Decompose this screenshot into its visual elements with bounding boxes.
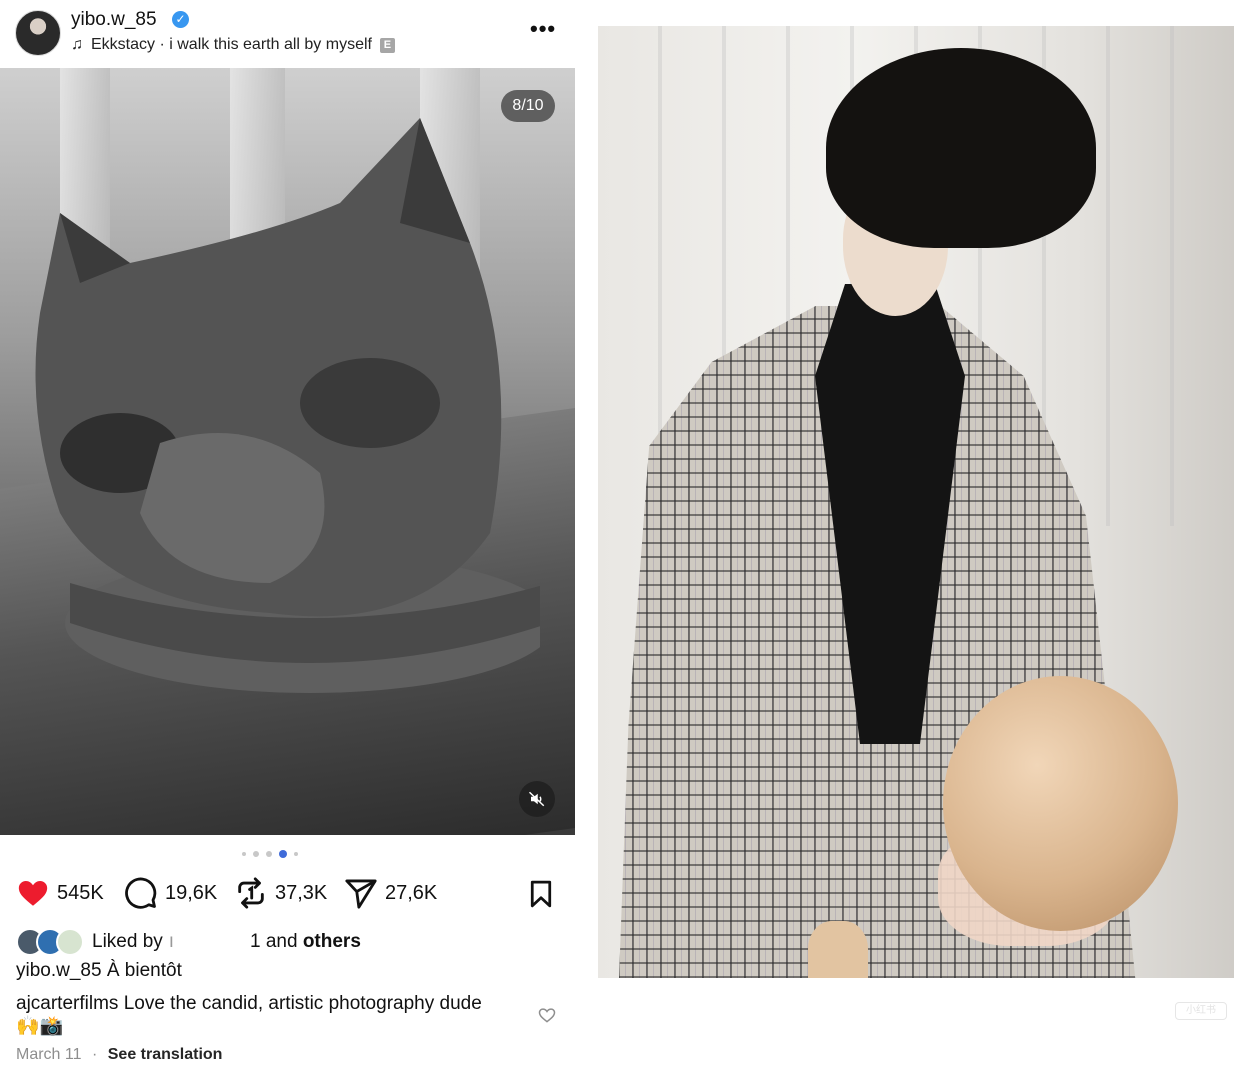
explicit-badge: E xyxy=(379,37,395,53)
post-caption: yibo.w_85 À bientôt xyxy=(16,960,182,982)
liked-by-others[interactable]: 1 and others xyxy=(250,931,361,953)
liked-by-label: Liked by xyxy=(92,931,163,952)
repost-icon xyxy=(238,877,264,909)
carousel-dot xyxy=(294,852,298,856)
carousel-counter: 8/10 xyxy=(501,90,555,122)
shares-count[interactable]: 27,6K xyxy=(385,882,437,905)
comment: ajcarterfilms Love the candid, artistic … xyxy=(16,992,496,1038)
post-username[interactable]: yibo.w_85 xyxy=(71,9,157,31)
comments-count[interactable]: 19,6K xyxy=(165,882,217,905)
caption-text: À bientôt xyxy=(106,960,182,981)
mute-button[interactable] xyxy=(519,781,555,817)
repost-button[interactable]: 37,3K xyxy=(234,876,327,910)
music-row[interactable]: ♫ Ekkstacy · i walk this earth all by my… xyxy=(71,36,395,54)
action-bar: 545K 19,6K 37,3K 27,6K xyxy=(16,876,561,912)
portrait-photo xyxy=(598,26,1234,978)
carousel-dots xyxy=(242,850,298,858)
post-date: March 11 xyxy=(16,1046,82,1063)
comment-heart-icon[interactable] xyxy=(537,1005,557,1025)
comment-button[interactable]: 19,6K xyxy=(124,876,217,910)
post-meta: March 11 · See translation xyxy=(16,1046,222,1064)
save-button[interactable] xyxy=(526,878,556,915)
verified-badge-icon: ✓ xyxy=(172,11,189,28)
hair xyxy=(826,48,1096,248)
cat-sculpture xyxy=(35,118,540,693)
caption-username[interactable]: yibo.w_85 xyxy=(16,960,102,981)
liked-by-user[interactable]: ı xyxy=(169,931,174,953)
share-button[interactable]: 27,6K xyxy=(344,876,437,910)
more-options-button[interactable]: ••• xyxy=(530,16,556,42)
share-icon xyxy=(345,879,377,909)
heart-icon xyxy=(18,880,48,906)
liker-avatar xyxy=(56,928,84,956)
liked-by-number: 1 and xyxy=(250,931,298,952)
mute-icon xyxy=(528,791,545,807)
reposts-count[interactable]: 37,3K xyxy=(275,882,327,905)
wooden-peg xyxy=(808,921,868,978)
music-note-icon: ♫ xyxy=(71,36,83,53)
like-button[interactable]: 545K xyxy=(16,876,104,910)
carousel-dot-active xyxy=(279,850,287,858)
carousel-dot xyxy=(242,852,246,856)
liked-by-row[interactable]: Liked by ı xyxy=(16,928,174,956)
bookmark-icon xyxy=(530,880,552,908)
post-image[interactable]: 8/10 xyxy=(0,68,575,835)
meta-separator: · xyxy=(91,1046,98,1063)
music-title[interactable]: Ekkstacy · i walk this earth all by myse… xyxy=(91,36,372,54)
see-translation-link[interactable]: See translation xyxy=(108,1046,223,1063)
others-link[interactable]: others xyxy=(303,931,361,952)
post-header: yibo.w_85 ✓ ♫ Ekkstacy · i walk this ear… xyxy=(0,0,575,68)
carousel-dot xyxy=(253,851,259,857)
avatar[interactable] xyxy=(15,10,61,56)
likes-count[interactable]: 545K xyxy=(57,882,104,905)
carousel-dot xyxy=(266,851,272,857)
comment-icon xyxy=(125,877,157,909)
instagram-post: yibo.w_85 ✓ ♫ Ekkstacy · i walk this ear… xyxy=(0,0,575,1080)
wooden-pig-sculpture xyxy=(943,676,1178,931)
watermark-logo: 小红书 xyxy=(1175,1002,1227,1020)
comment-username[interactable]: ajcarterfilms xyxy=(16,993,118,1014)
